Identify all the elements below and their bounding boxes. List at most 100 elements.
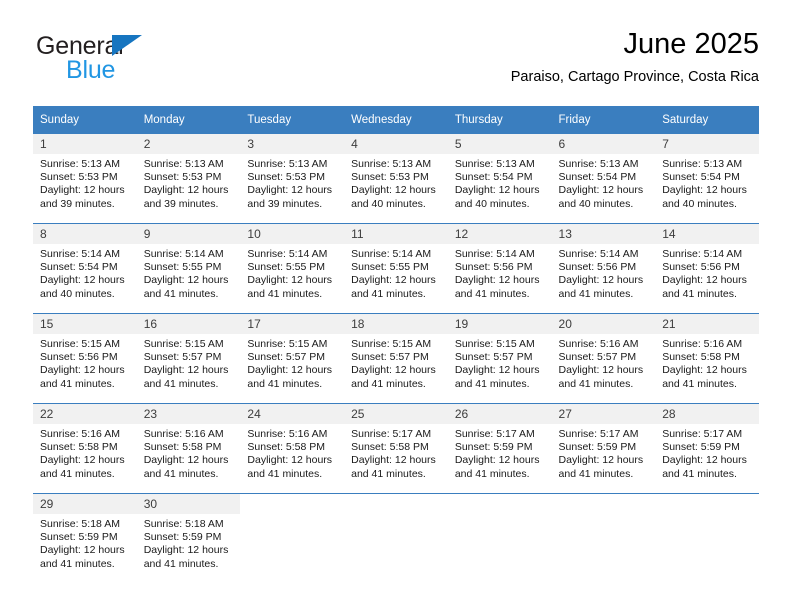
calendar-day-cell[interactable]: 29 Sunrise: 5:18 AM Sunset: 5:59 PM Dayligh… bbox=[33, 493, 137, 583]
day-detail-sunset: Sunset: 5:55 PM bbox=[351, 261, 429, 274]
day-details: Sunrise: 5:14 AM Sunset: 5:55 PM Daylight:… bbox=[240, 244, 344, 301]
triangle-icon bbox=[112, 35, 142, 56]
page-title: June 2025 bbox=[623, 28, 759, 60]
day-detail-sunset: Sunset: 5:54 PM bbox=[558, 171, 637, 184]
day-detail-daylight-2: and 40 minutes. bbox=[662, 197, 737, 210]
calendar-day-cell[interactable]: 1 Sunrise: 5:13 AM Sunset: 5:53 PM Daylight… bbox=[33, 134, 137, 224]
calendar-day-cell[interactable]: 24 Sunrise: 5:16 AM Sunset: 5:58 PM Dayligh… bbox=[240, 403, 345, 494]
calendar-day-cell[interactable]: 3 Sunrise: 5:13 AM Sunset: 5:53 PM Daylight… bbox=[240, 134, 345, 224]
day-detail-daylight-2: and 39 minutes. bbox=[247, 197, 323, 210]
day-detail-daylight-1: Daylight: 12 hours bbox=[40, 184, 125, 197]
day-number: 1 bbox=[33, 134, 137, 154]
day-details: Sunrise: 5:13 AM Sunset: 5:54 PM Daylight:… bbox=[448, 154, 552, 211]
day-detail-sunset: Sunset: 5:57 PM bbox=[143, 351, 222, 364]
day-detail-daylight-2: and 41 minutes. bbox=[558, 467, 634, 480]
day-detail-daylight-1: Daylight: 12 hours bbox=[247, 274, 333, 287]
day-detail-sunset: Sunset: 5:56 PM bbox=[662, 261, 740, 274]
day-detail-sunrise: Sunrise: 5:14 AM bbox=[558, 248, 639, 260]
day-detail-sunset: Sunset: 5:56 PM bbox=[454, 261, 533, 274]
title-block: June 2025 Paraiso, Cartago Province, Cos… bbox=[511, 28, 759, 85]
calendar-day-cell[interactable]: 26 Sunrise: 5:17 AM Sunset: 5:59 PM Dayligh… bbox=[447, 403, 552, 494]
day-detail-daylight-2: and 41 minutes. bbox=[558, 377, 634, 390]
day-detail-daylight-2: and 41 minutes. bbox=[351, 287, 426, 300]
calendar-day-cell[interactable]: 22 Sunrise: 5:16 AM Sunset: 5:58 PM Dayligh… bbox=[33, 403, 137, 494]
calendar-day-cell[interactable]: 18 Sunrise: 5:15 AM Sunset: 5:57 PM Dayligh… bbox=[344, 313, 448, 404]
day-detail-daylight-2: and 41 minutes. bbox=[662, 467, 737, 480]
day-number: 4 bbox=[344, 134, 448, 154]
generalblue-logo[interactable]: General Blue bbox=[36, 34, 216, 90]
day-detail-daylight-2: and 41 minutes. bbox=[662, 377, 737, 390]
day-details: Sunrise: 5:13 AM Sunset: 5:53 PM Daylight:… bbox=[344, 154, 448, 211]
calendar-day-cell[interactable]: 14 Sunrise: 5:14 AM Sunset: 5:56 PM Dayligh… bbox=[655, 223, 759, 314]
calendar-day-cell[interactable]: 8 Sunrise: 5:14 AM Sunset: 5:54 PM Daylight… bbox=[33, 223, 137, 314]
day-number: 5 bbox=[447, 134, 552, 154]
calendar-week-row: 22 Sunrise: 5:16 AM Sunset: 5:58 PM Dayligh… bbox=[33, 403, 759, 494]
day-details: Sunrise: 5:16 AM Sunset: 5:58 PM Daylight:… bbox=[33, 424, 137, 481]
day-detail-sunset: Sunset: 5:54 PM bbox=[454, 171, 533, 184]
day-detail-sunrise: Sunrise: 5:17 AM bbox=[454, 428, 535, 440]
day-details: Sunrise: 5:14 AM Sunset: 5:56 PM Daylight:… bbox=[552, 244, 656, 301]
day-detail-sunrise: Sunrise: 5:15 AM bbox=[143, 338, 224, 350]
day-detail-daylight-1: Daylight: 12 hours bbox=[558, 274, 644, 287]
calendar-day-cell[interactable]: 16 Sunrise: 5:15 AM Sunset: 5:57 PM Dayligh… bbox=[136, 313, 241, 404]
calendar-day-cell[interactable]: 28 Sunrise: 5:17 AM Sunset: 5:59 PM Dayligh… bbox=[655, 403, 759, 494]
day-detail-daylight-2: and 41 minutes. bbox=[40, 377, 115, 390]
calendar-day-cell[interactable]: 30 Sunrise: 5:18 AM Sunset: 5:59 PM Dayligh… bbox=[136, 493, 241, 583]
day-details: Sunrise: 5:17 AM Sunset: 5:59 PM Daylight:… bbox=[448, 424, 552, 481]
day-detail-sunset: Sunset: 5:53 PM bbox=[351, 171, 429, 184]
calendar-day-cell[interactable]: 10 Sunrise: 5:14 AM Sunset: 5:55 PM Dayligh… bbox=[240, 223, 345, 314]
calendar-day-cell[interactable]: 20 Sunrise: 5:16 AM Sunset: 5:57 PM Dayligh… bbox=[551, 313, 656, 404]
calendar-day-cell[interactable]: 21 Sunrise: 5:16 AM Sunset: 5:58 PM Dayligh… bbox=[655, 313, 759, 404]
day-number: 9 bbox=[136, 224, 241, 244]
day-detail-daylight-2: and 39 minutes. bbox=[143, 197, 219, 210]
day-number: 11 bbox=[344, 224, 448, 244]
day-detail-sunset: Sunset: 5:59 PM bbox=[143, 531, 222, 544]
calendar-day-cell[interactable]: 23 Sunrise: 5:16 AM Sunset: 5:58 PM Dayligh… bbox=[136, 403, 241, 494]
calendar-day-cell[interactable]: 15 Sunrise: 5:15 AM Sunset: 5:56 PM Dayligh… bbox=[33, 313, 137, 404]
day-detail-sunrise: Sunrise: 5:18 AM bbox=[143, 518, 224, 530]
calendar-table: Sunday Monday Tuesday Wednesday Thursday… bbox=[33, 106, 759, 583]
day-detail-sunset: Sunset: 5:54 PM bbox=[662, 171, 740, 184]
location-subtitle: Paraiso, Cartago Province, Costa Rica bbox=[510, 69, 759, 86]
day-detail-daylight-1: Daylight: 12 hours bbox=[662, 364, 747, 377]
day-details: Sunrise: 5:14 AM Sunset: 5:55 PM Daylight:… bbox=[344, 244, 448, 301]
day-detail-daylight-1: Daylight: 12 hours bbox=[40, 364, 125, 377]
calendar-day-cell[interactable]: 7 Sunrise: 5:13 AM Sunset: 5:54 PM Daylight… bbox=[655, 134, 759, 224]
calendar-day-cell[interactable]: 25 Sunrise: 5:17 AM Sunset: 5:58 PM Dayligh… bbox=[344, 403, 448, 494]
day-detail-daylight-1: Daylight: 12 hours bbox=[143, 184, 229, 197]
calendar-cell-empty bbox=[344, 493, 448, 583]
day-number: 7 bbox=[655, 134, 759, 154]
calendar-week-row: 8 Sunrise: 5:14 AM Sunset: 5:54 PM Daylight… bbox=[33, 223, 759, 314]
day-detail-sunset: Sunset: 5:59 PM bbox=[454, 441, 533, 454]
calendar-day-cell[interactable]: 12 Sunrise: 5:14 AM Sunset: 5:56 PM Dayligh… bbox=[447, 223, 552, 314]
calendar-day-cell[interactable]: 9 Sunrise: 5:14 AM Sunset: 5:55 PM Daylight… bbox=[136, 223, 241, 314]
day-detail-daylight-1: Daylight: 12 hours bbox=[454, 274, 540, 287]
day-detail-daylight-2: and 41 minutes. bbox=[247, 287, 323, 300]
day-detail-daylight-1: Daylight: 12 hours bbox=[40, 544, 125, 557]
day-detail-sunrise: Sunrise: 5:15 AM bbox=[454, 338, 535, 350]
calendar-day-cell[interactable]: 11 Sunrise: 5:14 AM Sunset: 5:55 PM Dayligh… bbox=[344, 223, 448, 314]
day-detail-daylight-1: Daylight: 12 hours bbox=[143, 364, 229, 377]
calendar-day-cell[interactable]: 19 Sunrise: 5:15 AM Sunset: 5:57 PM Dayligh… bbox=[447, 313, 552, 404]
day-detail-daylight-1: Daylight: 12 hours bbox=[40, 454, 125, 467]
calendar-day-cell[interactable]: 4 Sunrise: 5:13 AM Sunset: 5:53 PM Daylight… bbox=[344, 134, 448, 224]
day-detail-daylight-2: and 41 minutes. bbox=[40, 557, 115, 570]
day-number: 19 bbox=[447, 314, 552, 334]
calendar-day-cell[interactable]: 5 Sunrise: 5:13 AM Sunset: 5:54 PM Daylight… bbox=[447, 134, 552, 224]
calendar-day-cell[interactable]: 13 Sunrise: 5:14 AM Sunset: 5:56 PM Dayligh… bbox=[551, 223, 656, 314]
day-details: Sunrise: 5:15 AM Sunset: 5:57 PM Daylight:… bbox=[137, 334, 241, 391]
day-details: Sunrise: 5:14 AM Sunset: 5:54 PM Daylight:… bbox=[33, 244, 137, 301]
day-details: Sunrise: 5:13 AM Sunset: 5:53 PM Daylight:… bbox=[33, 154, 137, 211]
calendar-cell-empty bbox=[447, 493, 552, 583]
page-header: General Blue June 2025 Paraiso, Cartago … bbox=[33, 28, 759, 96]
calendar-day-cell[interactable]: 17 Sunrise: 5:15 AM Sunset: 5:57 PM Dayligh… bbox=[240, 313, 345, 404]
calendar-body: 1 Sunrise: 5:13 AM Sunset: 5:53 PM Daylight… bbox=[33, 134, 759, 583]
calendar-day-cell[interactable]: 2 Sunrise: 5:13 AM Sunset: 5:53 PM Daylight… bbox=[136, 134, 241, 224]
day-details: Sunrise: 5:18 AM Sunset: 5:59 PM Daylight:… bbox=[137, 514, 241, 571]
day-detail-daylight-2: and 41 minutes. bbox=[247, 377, 323, 390]
calendar-day-cell[interactable]: 27 Sunrise: 5:17 AM Sunset: 5:59 PM Dayligh… bbox=[551, 403, 656, 494]
day-detail-daylight-1: Daylight: 12 hours bbox=[454, 184, 540, 197]
day-detail-daylight-1: Daylight: 12 hours bbox=[247, 364, 333, 377]
day-detail-daylight-1: Daylight: 12 hours bbox=[662, 274, 747, 287]
calendar-day-cell[interactable]: 6 Sunrise: 5:13 AM Sunset: 5:54 PM Daylight… bbox=[551, 134, 656, 224]
